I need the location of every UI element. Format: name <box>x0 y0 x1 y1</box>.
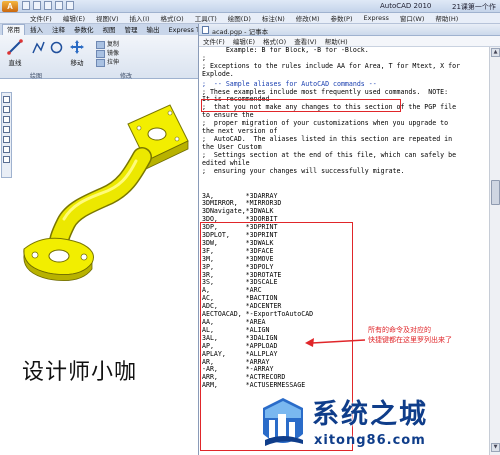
menu-window[interactable]: 窗口(W) <box>400 13 425 23</box>
notepad-window: acad.pgp - 记事本 文件(F) 编辑(E) 格式(O) 查看(V) 帮… <box>198 24 500 455</box>
notepad-title: acad.pgp - 记事本 <box>212 28 269 36</box>
move-tool-label: 移动 <box>70 59 84 67</box>
move-icon <box>70 40 84 54</box>
line-icon <box>7 39 23 55</box>
notepad-menu-bar: 文件(F) 编辑(E) 格式(O) 查看(V) 帮助(H) <box>199 36 500 47</box>
save-icon[interactable] <box>44 1 52 10</box>
drawing-caption: 设计师小咖 <box>22 360 138 385</box>
view-tool-1-icon[interactable] <box>3 96 10 103</box>
menu-draw[interactable]: 绘图(D) <box>228 13 251 23</box>
annotation-line: 所有的命令及对应的 <box>368 326 431 334</box>
tab-manage[interactable]: 管理 <box>121 25 142 35</box>
tab-parametric[interactable]: 参数化 <box>70 25 98 35</box>
menu-help[interactable]: 帮助(H) <box>435 13 458 23</box>
menu-modify[interactable]: 修改(M) <box>296 13 320 23</box>
annotation-line: 快捷键都在这里罗列出来了 <box>368 336 452 344</box>
site-watermark: 系统之城 xitong86.com <box>255 392 500 455</box>
line-tool-button[interactable]: 直线 <box>4 39 26 67</box>
menu-express[interactable]: Express <box>363 14 388 22</box>
view-tool-6-icon[interactable] <box>3 146 10 153</box>
text-line: ; ensuring your changes will successfull… <box>202 166 405 175</box>
redo-icon[interactable] <box>66 1 74 10</box>
drawing-canvas[interactable]: 设计师小咖 <box>0 79 200 455</box>
tab-annotate[interactable]: 注释 <box>48 25 69 35</box>
annotation-note: 所有的命令及对应的 快捷键都在这里罗列出来了 <box>368 325 480 345</box>
scrollbar-thumb[interactable] <box>491 180 500 205</box>
menu-edit[interactable]: 编辑(E) <box>63 13 85 23</box>
new-icon[interactable] <box>22 1 30 10</box>
move-tool-button[interactable]: 移动 <box>66 39 88 67</box>
line-tool-label: 直线 <box>8 59 22 67</box>
notepad-menu-format[interactable]: 格式(O) <box>263 36 286 46</box>
autocad-title-bar: A AutoCAD 2010 21课第一个作 <box>0 0 500 13</box>
text-line: Example: B for Block, -B for -Block. <box>202 47 369 54</box>
view-tool-2-icon[interactable] <box>3 106 10 113</box>
ribbon-tab-bar: 常用 插入 注释 参数化 视图 管理 输出 Express Tools <box>0 24 212 35</box>
menu-format[interactable]: 格式(O) <box>161 13 184 23</box>
circle-icon <box>50 41 62 54</box>
notepad-menu-edit[interactable]: 编辑(E) <box>233 36 255 46</box>
alias-line: ARM, *ACTUSERMESSAGE <box>202 381 306 390</box>
notepad-menu-file[interactable]: 文件(F) <box>203 36 225 46</box>
circle-tool-button[interactable] <box>48 41 64 56</box>
notepad-menu-help[interactable]: 帮助(H) <box>325 36 348 46</box>
city-logo-icon <box>263 398 303 446</box>
view-tool-4-icon[interactable] <box>3 126 10 133</box>
tab-view[interactable]: 视图 <box>99 25 120 35</box>
view-tool-3-icon[interactable] <box>3 116 10 123</box>
view-tool-5-icon[interactable] <box>3 136 10 143</box>
notepad-title-bar: acad.pgp - 记事本 <box>199 24 500 36</box>
open-icon[interactable] <box>33 1 41 10</box>
watermark-title: 系统之城 <box>312 399 428 430</box>
window-title: AutoCAD 2010 <box>380 2 432 10</box>
menu-tools[interactable]: 工具(T) <box>195 13 217 23</box>
menu-dimension[interactable]: 标注(N) <box>262 13 285 23</box>
menu-insert[interactable]: 插入(I) <box>130 13 150 23</box>
menu-parametric[interactable]: 参数(P) <box>330 13 352 23</box>
view-tool-7-icon[interactable] <box>3 156 10 163</box>
tab-output[interactable]: 输出 <box>143 25 164 35</box>
text-line: ; Exceptions to the rules include AA for… <box>202 61 461 70</box>
notepad-menu-view[interactable]: 查看(V) <box>294 36 317 46</box>
autocad-application-button[interactable]: A <box>2 1 18 12</box>
autocad-menu-bar: 文件(F) 编辑(E) 视图(V) 插入(I) 格式(O) 工具(T) 绘图(D… <box>0 13 500 24</box>
tab-insert[interactable]: 插入 <box>26 25 47 35</box>
stretch-tool-button[interactable]: 拉伸 <box>96 57 119 67</box>
notepad-doc-icon <box>202 26 209 34</box>
menu-view[interactable]: 视图(V) <box>96 13 119 23</box>
tab-home[interactable]: 常用 <box>2 24 25 35</box>
blank-space <box>202 176 489 193</box>
polyline-tool-button[interactable] <box>30 41 46 56</box>
vertical-view-toolbar <box>1 92 12 178</box>
undo-icon[interactable] <box>55 1 63 10</box>
polyline-icon <box>31 41 45 54</box>
yellow-pipe-part-model <box>23 104 189 282</box>
quick-access-toolbar <box>22 1 74 10</box>
text-line: Explode. <box>202 69 234 78</box>
scroll-up-icon[interactable]: ▲ <box>491 48 500 57</box>
watermark-url: xitong86.com <box>314 433 426 448</box>
document-title: 21课第一个作 <box>452 3 496 11</box>
menu-file[interactable]: 文件(F) <box>30 13 52 23</box>
ribbon-panel: 直线 移动 复制 镜像 拉伸 绘图 修改 <box>0 35 200 80</box>
